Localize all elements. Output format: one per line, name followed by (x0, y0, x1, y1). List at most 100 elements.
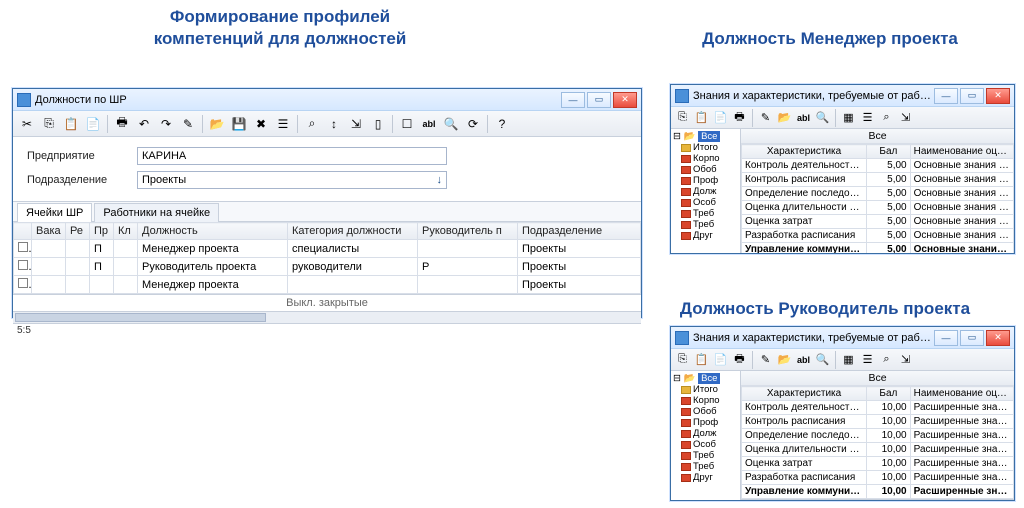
skills-grid[interactable]: ХарактеристикаБалНаименование оценки Кон… (741, 386, 1014, 499)
minimize-button[interactable]: — (934, 88, 958, 104)
open-icon[interactable]: 📂 (776, 351, 793, 368)
titlebar[interactable]: Должности по ШР — ▭ ✕ (13, 89, 641, 111)
col-header[interactable]: Кл (114, 223, 138, 240)
col-header[interactable]: Ре (66, 223, 90, 240)
category-tree[interactable]: ⊟ 📂 ВсеИтогоКорпоОбобПрофДолжОсобТребТре… (671, 371, 741, 500)
grid-icon[interactable]: ▦ (840, 109, 857, 126)
copy-icon[interactable]: ⎘ (674, 351, 691, 368)
paste-icon[interactable]: 📋 (693, 351, 710, 368)
close-button[interactable]: ✕ (613, 92, 637, 108)
sort-icon[interactable]: ↕ (324, 114, 344, 134)
maximize-button[interactable]: ▭ (960, 330, 984, 346)
col-header[interactable] (14, 223, 32, 240)
find-icon[interactable]: 🔍 (441, 114, 461, 134)
titlebar[interactable]: Знания и характеристики, требуемые от ра… (671, 85, 1014, 107)
find-icon[interactable]: 🔍 (814, 351, 831, 368)
table-row[interactable]: Оценка затрат5,00Основные знания и умени… (742, 215, 1014, 229)
filter-icon[interactable]: ⌕ (878, 351, 895, 368)
col-header[interactable]: Характеристика (742, 387, 867, 401)
col-header[interactable]: Наименование оценки (910, 387, 1013, 401)
col-header[interactable]: Характеристика (742, 145, 867, 159)
dept-input[interactable]: Проекты ↓ (137, 171, 447, 189)
tree-node[interactable]: Треб (673, 450, 738, 461)
cut-icon[interactable]: ✂ (17, 114, 37, 134)
company-input[interactable]: КАРИНА (137, 147, 447, 165)
positions-grid[interactable]: ВакаРеПрКлДолжностьКатегория должностиРу… (13, 222, 641, 294)
titlebar[interactable]: Знания и характеристики, требуемые от ра… (671, 327, 1014, 349)
export-icon[interactable]: ⇲ (897, 109, 914, 126)
tree-node[interactable]: Особ (673, 197, 738, 208)
export-icon[interactable]: ⇲ (346, 114, 366, 134)
redo-icon[interactable]: ↷ (156, 114, 176, 134)
tree-icon[interactable]: ☰ (859, 109, 876, 126)
tree-node[interactable]: Проф (673, 417, 738, 428)
paste-icon[interactable]: 📋 (693, 109, 710, 126)
table-row[interactable]: Оценка затрат10,00Расширенные знания и у… (742, 457, 1014, 471)
tree-icon[interactable]: ☰ (273, 114, 293, 134)
export-icon[interactable]: ⇲ (897, 351, 914, 368)
table-row[interactable]: Контроль деятельности пр...5,00Основные … (742, 159, 1014, 173)
tree-node[interactable]: Друг (673, 472, 738, 483)
table-row[interactable]: Определение последовате...5,00Основные з… (742, 187, 1014, 201)
category-tree[interactable]: ⊟ 📂 ВсеИтогоКорпоОбобПрофДолжОсобТребТре… (671, 129, 741, 253)
table-row[interactable]: Менеджер проектаПроекты (14, 276, 641, 294)
tree-icon[interactable]: ☰ (859, 351, 876, 368)
tree-node[interactable]: Треб (673, 208, 738, 219)
col-header[interactable]: Наименование оценки (910, 145, 1013, 159)
col-header[interactable]: Руководитель п (418, 223, 518, 240)
col-header[interactable]: Пр (90, 223, 114, 240)
filter-icon[interactable]: ⌕ (878, 109, 895, 126)
new-icon[interactable]: ✎ (757, 351, 774, 368)
save-icon[interactable]: 💾 (229, 114, 249, 134)
col-header[interactable]: Бал (867, 387, 911, 401)
refresh-icon[interactable]: ⟳ (463, 114, 483, 134)
table-row[interactable]: Оценка длительности работ5,00Основные зн… (742, 201, 1014, 215)
abl-icon[interactable]: abl (795, 351, 812, 368)
tree-node[interactable]: Друг (673, 230, 738, 241)
tree-root[interactable]: ⊟ 📂 Все (673, 131, 738, 142)
undo-icon[interactable]: ↶ (134, 114, 154, 134)
doc-icon[interactable]: ☐ (397, 114, 417, 134)
filter-icon[interactable]: ⌕ (302, 114, 322, 134)
tree-node[interactable]: Проф (673, 175, 738, 186)
open-icon[interactable]: 📂 (776, 109, 793, 126)
delete-icon[interactable]: ✖ (251, 114, 271, 134)
print-icon[interactable]: 🖶 (731, 109, 748, 126)
paste2-icon[interactable]: 📄 (712, 351, 729, 368)
skills-grid[interactable]: ХарактеристикаБалНаименование оценки Кон… (741, 144, 1014, 253)
h-scrollbar[interactable] (13, 311, 641, 323)
open-icon[interactable]: 📂 (207, 114, 227, 134)
new-icon[interactable]: ✎ (178, 114, 198, 134)
abl-icon[interactable]: abl (795, 109, 812, 126)
tab-1[interactable]: Работники на ячейке (94, 203, 219, 222)
tree-node[interactable]: Корпо (673, 395, 738, 406)
grid-icon[interactable]: ▦ (840, 351, 857, 368)
h-scrollbar[interactable] (741, 499, 1014, 500)
paste2-icon[interactable]: 📄 (712, 109, 729, 126)
tree-node[interactable]: Долж (673, 186, 738, 197)
table-row[interactable]: ПРуководитель проектаруководителиРПроект… (14, 258, 641, 276)
table-row[interactable]: Управление коммуникациями10,00Расширенны… (742, 485, 1014, 499)
copy-icon[interactable]: ⎘ (39, 114, 59, 134)
help-icon[interactable]: ? (492, 114, 512, 134)
tree-node[interactable]: Треб (673, 461, 738, 472)
table-row[interactable]: Разработка расписания5,00Основные знания… (742, 229, 1014, 243)
table-row[interactable]: Определение последовательности...10,00Ра… (742, 429, 1014, 443)
page-icon[interactable]: ▯ (368, 114, 388, 134)
close-button[interactable]: ✕ (986, 88, 1010, 104)
table-row[interactable]: Оценка длительности работ10,00Расширенны… (742, 443, 1014, 457)
table-row[interactable]: Контроль расписания10,00Расширенные знан… (742, 415, 1014, 429)
col-header[interactable]: Бал (867, 145, 911, 159)
table-row[interactable]: Контроль деятельности проекта10,00Расшир… (742, 401, 1014, 415)
copy-icon[interactable]: ⎘ (674, 109, 691, 126)
table-row[interactable]: Управление коммуник...5,00Основные знани… (742, 243, 1014, 254)
paste2-icon[interactable]: 📄 (83, 114, 103, 134)
find-icon[interactable]: 🔍 (814, 109, 831, 126)
col-header[interactable]: Категория должности (288, 223, 418, 240)
maximize-button[interactable]: ▭ (587, 92, 611, 108)
tree-node[interactable]: Корпо (673, 153, 738, 164)
tree-node[interactable]: Особ (673, 439, 738, 450)
dropdown-icon[interactable]: ↓ (437, 174, 443, 186)
tree-node[interactable]: Обоб (673, 406, 738, 417)
print-icon[interactable]: 🖶 (112, 114, 132, 134)
